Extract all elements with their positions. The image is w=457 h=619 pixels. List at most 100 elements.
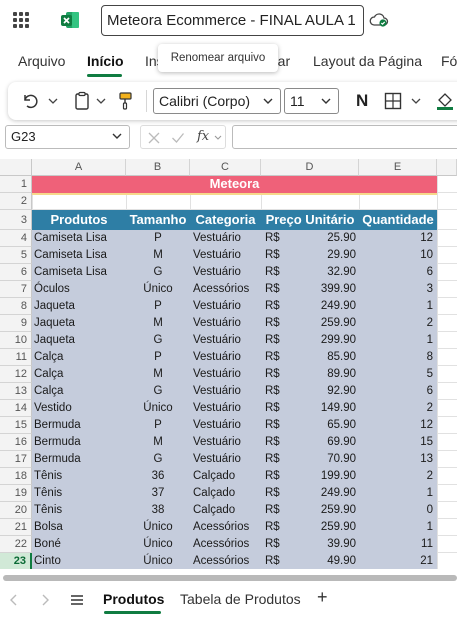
cell-preco[interactable]: 29.90 [282, 247, 356, 264]
cell-tamanho[interactable]: Único [126, 400, 190, 417]
cell-categoria[interactable]: Vestuário [193, 366, 263, 383]
cell-preco[interactable]: 39.90 [282, 536, 356, 553]
tab-inicio[interactable]: Início [87, 53, 124, 69]
cell-quantidade[interactable]: 1 [360, 519, 433, 536]
cell-categoria[interactable]: Vestuário [193, 332, 263, 349]
borders-dropdown[interactable] [411, 82, 421, 120]
spreadsheet-grid[interactable]: A B C D E 1 2 3 4 5 6 7 8 9 10 11 12 13 14 15 16 17 18 19 20 21 22… [0, 159, 457, 569]
column-header[interactable] [437, 159, 457, 176]
cell-produto[interactable]: Calça [34, 383, 126, 400]
cell-tamanho[interactable]: M [126, 434, 190, 451]
row-header[interactable]: 5 [0, 247, 32, 264]
cell-preco[interactable]: 199.90 [282, 468, 356, 485]
sheet-tab-produtos[interactable]: Produtos [103, 591, 164, 607]
row-header[interactable]: 9 [0, 315, 32, 332]
row-header[interactable]: 19 [0, 485, 32, 502]
row-header[interactable]: 7 [0, 281, 32, 298]
row-header[interactable]: 3 [0, 210, 32, 230]
table-header-cell[interactable]: Quantidade [359, 210, 437, 230]
cell-quantidade[interactable]: 13 [360, 451, 433, 468]
cell-preco[interactable]: 49.90 [282, 553, 356, 569]
cell-categoria[interactable]: Vestuário [193, 400, 263, 417]
cell-quantidade[interactable]: 2 [360, 400, 433, 417]
cell-tamanho[interactable]: P [126, 298, 190, 315]
tab-arquivo[interactable]: Arquivo [18, 53, 65, 69]
cell-quantidade[interactable]: 5 [360, 366, 433, 383]
cell-preco[interactable]: 149.90 [282, 400, 356, 417]
cell-categoria[interactable]: Acessórios [193, 553, 263, 569]
table-header-cell[interactable]: Tamanho [126, 210, 190, 230]
fill-color-button[interactable] [436, 82, 454, 120]
undo-dropdown[interactable] [48, 82, 58, 120]
cell-tamanho[interactable]: M [126, 366, 190, 383]
cell-categoria[interactable]: Vestuário [193, 383, 263, 400]
cell-preco[interactable]: 249.90 [282, 298, 356, 315]
cell-categoria[interactable]: Calçado [193, 485, 263, 502]
cell-categoria[interactable]: Vestuário [193, 315, 263, 332]
column-header[interactable]: C [190, 159, 261, 176]
sheet-tab-tabela-de-produtos[interactable]: Tabela de Produtos [180, 591, 301, 607]
cell-preco[interactable]: 32.90 [282, 264, 356, 281]
add-sheet-button[interactable]: + [317, 587, 328, 608]
cell-tamanho[interactable]: G [126, 383, 190, 400]
row-header[interactable]: 8 [0, 298, 32, 315]
cell-quantidade[interactable]: 1 [360, 298, 433, 315]
row-header[interactable]: 14 [0, 400, 32, 417]
row-header[interactable]: 22 [0, 536, 32, 553]
cell-categoria[interactable]: Calçado [193, 468, 263, 485]
cell-produto[interactable]: Bolsa [34, 519, 126, 536]
cell-tamanho[interactable]: G [126, 451, 190, 468]
select-all-corner[interactable] [0, 159, 32, 176]
tab-layout-pagina[interactable]: Layout da Página [313, 53, 422, 69]
cell-quantidade[interactable]: 12 [360, 230, 433, 247]
cell-quantidade[interactable]: 1 [360, 485, 433, 502]
format-painter-button[interactable] [118, 82, 134, 120]
cell-tamanho[interactable]: Único [126, 519, 190, 536]
cancel-icon[interactable] [147, 131, 161, 145]
cell-tamanho[interactable]: Único [126, 281, 190, 298]
cell-categoria[interactable]: Vestuário [193, 349, 263, 366]
title-banner[interactable]: Meteora [32, 176, 437, 193]
cell-preco[interactable]: 299.90 [282, 332, 356, 349]
row-header[interactable]: 1 [0, 176, 32, 193]
cell-tamanho[interactable]: 38 [126, 502, 190, 519]
cell-categoria[interactable]: Vestuário [193, 298, 263, 315]
row-header[interactable]: 21 [0, 519, 32, 536]
column-header[interactable]: B [126, 159, 190, 176]
cell-preco[interactable]: 65.90 [282, 417, 356, 434]
row-header[interactable]: 12 [0, 366, 32, 383]
cell-produto[interactable]: Tênis [34, 485, 126, 502]
cell-quantidade[interactable]: 1 [360, 332, 433, 349]
cell-produto[interactable]: Cinto [34, 553, 126, 569]
row-header[interactable]: 17 [0, 451, 32, 468]
undo-button[interactable] [20, 82, 40, 120]
cell-preco[interactable]: 70.90 [282, 451, 356, 468]
cell-categoria[interactable]: Acessórios [193, 519, 263, 536]
cell-preco[interactable]: 249.90 [282, 485, 356, 502]
cell-tamanho[interactable]: Único [126, 536, 190, 553]
table-header-cell[interactable]: Categoria [190, 210, 261, 230]
cell-produto[interactable]: Vestido [34, 400, 126, 417]
cell-quantidade[interactable]: 11 [360, 536, 433, 553]
cloud-saved-icon[interactable] [369, 11, 389, 29]
cell-quantidade[interactable]: 2 [360, 468, 433, 485]
cell-produto[interactable]: Jaqueta [34, 315, 126, 332]
sheet-list-menu-icon[interactable] [70, 593, 84, 607]
cell-preco[interactable]: 89.90 [282, 366, 356, 383]
row-header[interactable]: 13 [0, 383, 32, 400]
cell-categoria[interactable]: Acessórios [193, 536, 263, 553]
cell-categoria[interactable]: Acessórios [193, 281, 263, 298]
row-header[interactable]: 15 [0, 417, 32, 434]
cell-produto[interactable]: Tênis [34, 468, 126, 485]
cell-categoria[interactable]: Calçado [193, 502, 263, 519]
row-header[interactable]: 2 [0, 193, 32, 210]
table-header-cell[interactable]: Produtos [32, 210, 126, 230]
cell-quantidade[interactable]: 6 [360, 383, 433, 400]
cell-produto[interactable]: Jaqueta [34, 332, 126, 349]
cell-produto[interactable]: Bermuda [34, 417, 126, 434]
table-header-cell[interactable]: Preço Unitário [261, 210, 359, 230]
cell-quantidade[interactable]: 2 [360, 315, 433, 332]
cell-produto[interactable]: Camiseta Lisa [34, 247, 126, 264]
cell-quantidade[interactable]: 6 [360, 264, 433, 281]
bold-button[interactable]: N [356, 82, 368, 120]
